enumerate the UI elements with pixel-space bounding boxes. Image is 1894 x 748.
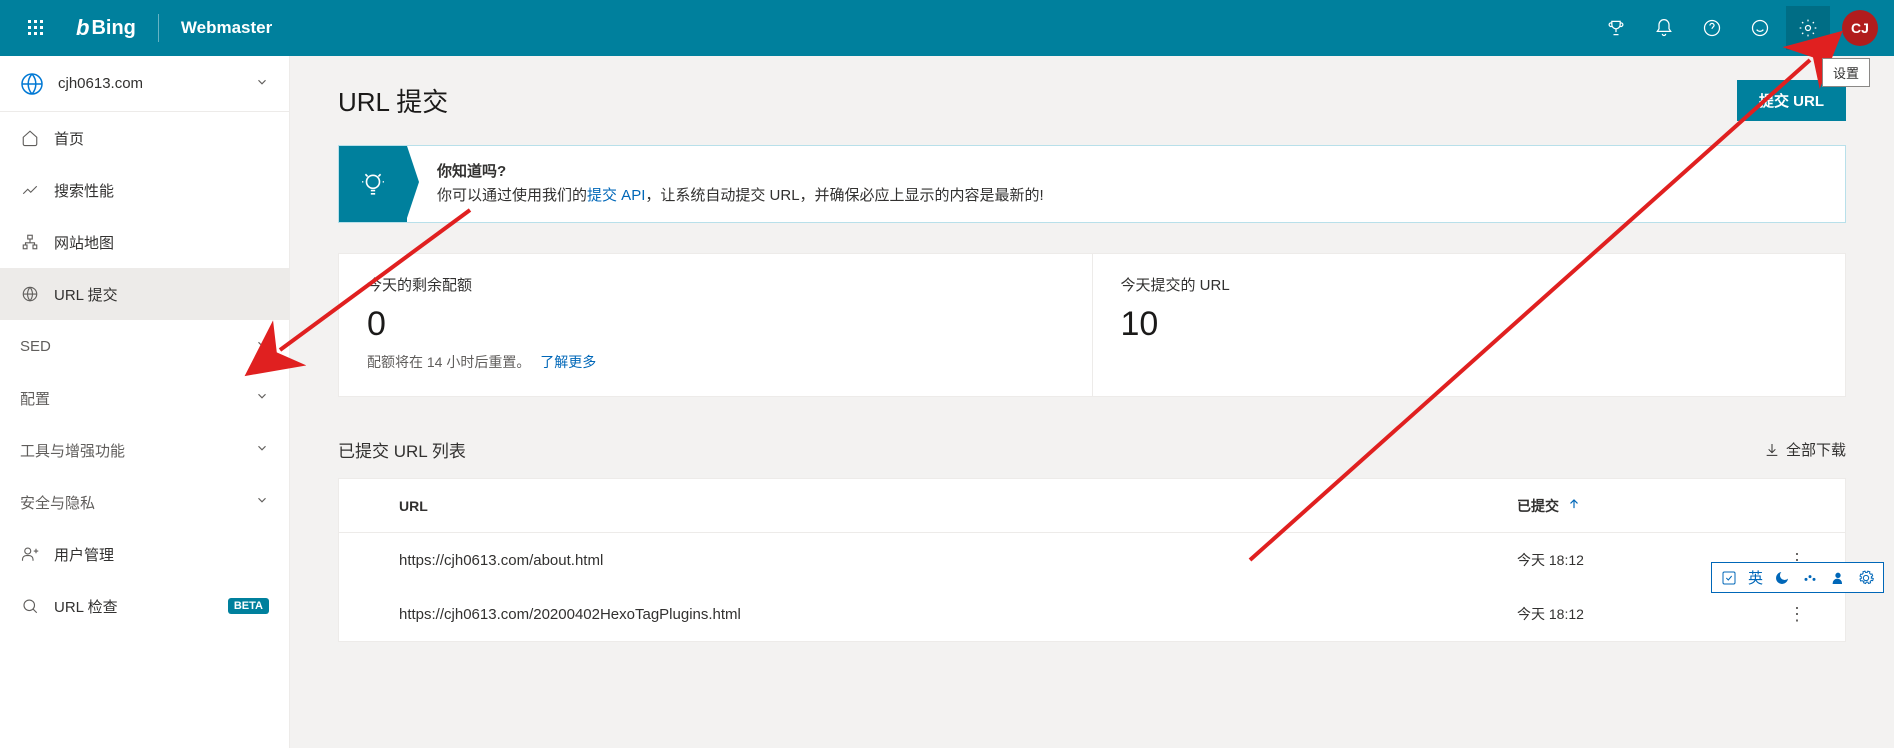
- chevron-down-icon: [255, 337, 269, 355]
- bing-logo[interactable]: b Bing: [76, 15, 136, 41]
- sitemap-icon: [20, 232, 40, 252]
- sidebar: cjh0613.com 首页 搜索性能 网站地图 URL 提交 SED 配置: [0, 56, 290, 748]
- header-actions: CJ: [1594, 6, 1878, 50]
- checkbox-icon[interactable]: [1720, 569, 1738, 587]
- url-cell: https://cjh0613.com/about.html: [367, 552, 1517, 569]
- page-title: URL 提交: [338, 82, 1737, 119]
- tip-body: 你可以通过使用我们的提交 API，让系统自动提交 URL，并确保必应上显示的内容…: [437, 184, 1044, 208]
- download-all-button[interactable]: 全部下载: [1764, 439, 1846, 460]
- learn-more-link[interactable]: 了解更多: [540, 354, 596, 370]
- chevron-down-icon: [255, 389, 269, 407]
- stat-quota: 今天的剩余配额 0 配额将在 14 小时后重置。 了解更多: [339, 254, 1092, 396]
- beta-badge: BETA: [228, 598, 269, 614]
- bing-b-icon: b: [76, 15, 89, 41]
- stat-value: 0: [367, 305, 1064, 344]
- site-selector[interactable]: cjh0613.com: [0, 56, 289, 112]
- sidebar-section-security[interactable]: 安全与隐私: [0, 476, 289, 528]
- table-header: URL 已提交: [339, 479, 1845, 533]
- header-bar: b Bing Webmaster CJ: [0, 0, 1894, 56]
- user-icon: [20, 544, 40, 564]
- ime-lang-text[interactable]: 英: [1748, 567, 1763, 588]
- trophy-icon[interactable]: [1594, 6, 1638, 50]
- header-divider: [158, 14, 159, 42]
- stat-label: 今天提交的 URL: [1121, 274, 1818, 295]
- stat-value: 10: [1121, 305, 1818, 344]
- stat-label: 今天的剩余配额: [367, 274, 1064, 295]
- person-icon[interactable]: [1829, 569, 1847, 587]
- home-icon: [20, 128, 40, 148]
- sidebar-item-label: 网站地图: [54, 232, 269, 253]
- product-name: Webmaster: [181, 18, 272, 38]
- submit-api-link[interactable]: 提交 API: [587, 187, 645, 204]
- globe-icon: [20, 284, 40, 304]
- sidebar-item-url-submit[interactable]: URL 提交: [0, 268, 289, 320]
- sidebar-item-label: URL 检查: [54, 596, 222, 617]
- brand-text: Bing: [91, 17, 135, 40]
- sidebar-item-label: 用户管理: [54, 544, 269, 565]
- gear-icon[interactable]: [1857, 569, 1875, 587]
- smile-icon[interactable]: [1738, 6, 1782, 50]
- avatar[interactable]: CJ: [1842, 10, 1878, 46]
- col-url-header[interactable]: URL: [367, 498, 1517, 514]
- chevron-down-icon: [255, 441, 269, 459]
- sidebar-section-tools[interactable]: 工具与增强功能: [0, 424, 289, 476]
- bell-icon[interactable]: [1642, 6, 1686, 50]
- apps-launcher-icon[interactable]: [16, 8, 56, 48]
- main-content: URL 提交 提交 URL 你知道吗? 你可以通过使用我们的提交 API，让系统…: [290, 56, 1894, 748]
- globe-icon: [20, 72, 44, 96]
- dots-icon[interactable]: [1801, 569, 1819, 587]
- table-row: https://cjh0613.com/about.html 今天 18:12 …: [339, 533, 1845, 587]
- time-cell: 今天 18:12: [1517, 604, 1777, 624]
- trend-icon: [20, 180, 40, 200]
- stats-row: 今天的剩余配额 0 配额将在 14 小时后重置。 了解更多 今天提交的 URL …: [338, 253, 1846, 397]
- sidebar-section-config[interactable]: 配置: [0, 372, 289, 424]
- sidebar-item-label: 首页: [54, 128, 269, 149]
- chevron-down-icon: [255, 75, 269, 92]
- site-name: cjh0613.com: [58, 75, 255, 92]
- url-table: URL 已提交 https://cjh0613.com/about.html 今…: [338, 478, 1846, 642]
- tip-card: 你知道吗? 你可以通过使用我们的提交 API，让系统自动提交 URL，并确保必应…: [338, 145, 1846, 223]
- sidebar-section-sed[interactable]: SED: [0, 320, 289, 372]
- sidebar-item-home[interactable]: 首页: [0, 112, 289, 164]
- sidebar-item-search-perf[interactable]: 搜索性能: [0, 164, 289, 216]
- gear-icon[interactable]: [1786, 6, 1830, 50]
- sidebar-item-url-inspect[interactable]: URL 检查 BETA: [0, 580, 289, 632]
- sidebar-item-label: 搜索性能: [54, 180, 269, 201]
- stat-footer: 配额将在 14 小时后重置。 了解更多: [367, 352, 1064, 372]
- tip-title: 你知道吗?: [437, 160, 1044, 184]
- chevron-down-icon: [255, 493, 269, 511]
- url-cell: https://cjh0613.com/20200402HexoTagPlugi…: [367, 606, 1517, 623]
- sidebar-item-user-mgmt[interactable]: 用户管理: [0, 528, 289, 580]
- sidebar-item-label: URL 提交: [54, 284, 269, 305]
- sidebar-item-sitemap[interactable]: 网站地图: [0, 216, 289, 268]
- table-row: https://cjh0613.com/20200402HexoTagPlugi…: [339, 587, 1845, 641]
- ime-toolbar[interactable]: 英: [1711, 562, 1884, 593]
- help-icon[interactable]: [1690, 6, 1734, 50]
- list-title: 已提交 URL 列表: [338, 437, 1764, 462]
- search-icon: [20, 596, 40, 616]
- settings-tooltip: 设置: [1822, 58, 1870, 87]
- col-submitted-header[interactable]: 已提交: [1517, 496, 1777, 516]
- row-menu-icon[interactable]: ⋮: [1777, 605, 1817, 623]
- moon-icon[interactable]: [1773, 569, 1791, 587]
- lightbulb-icon: [339, 146, 407, 222]
- sort-arrow-icon: [1567, 497, 1581, 514]
- stat-submitted: 今天提交的 URL 10: [1092, 254, 1846, 396]
